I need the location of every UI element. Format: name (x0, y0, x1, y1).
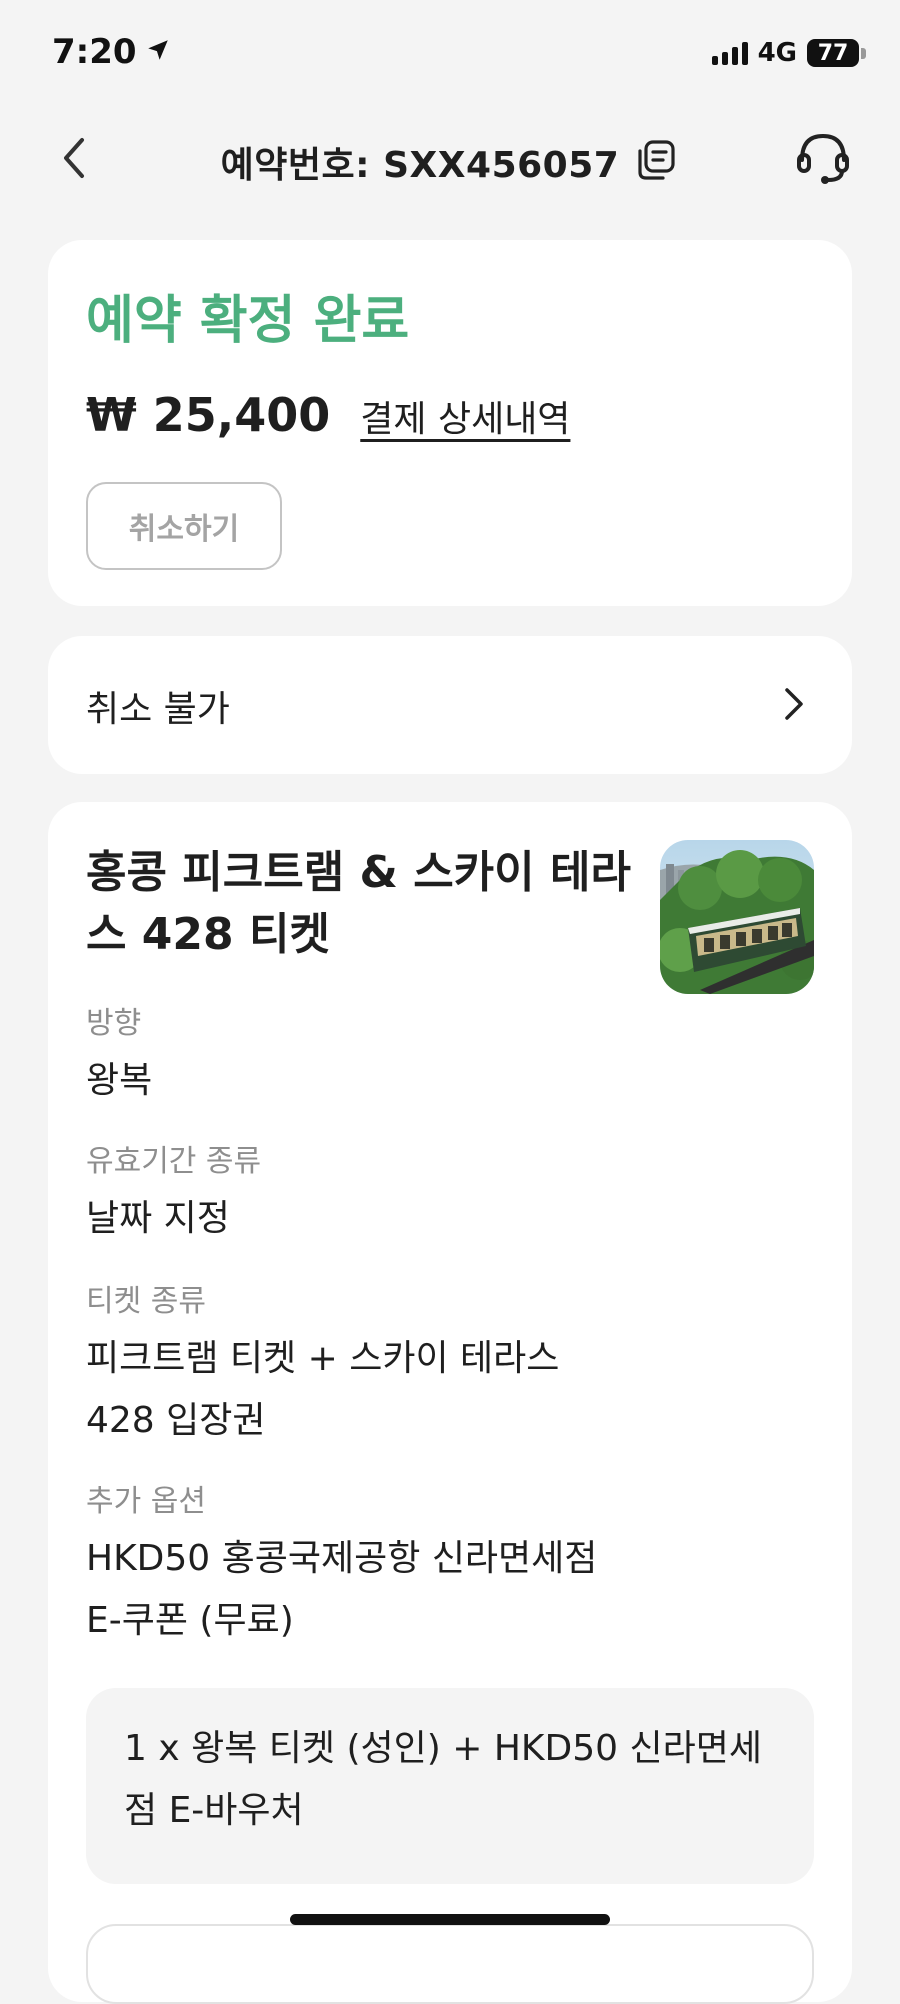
detail-label: 추가 옵션 (86, 1484, 206, 1519)
detail-value: 날짜 지정 (86, 1198, 230, 1239)
booking-status-title: 예약 확정 완료 (86, 291, 410, 351)
detail-validity-type: 유효기간 종류 날짜 지정 (86, 1140, 786, 1250)
copy-icon (635, 139, 677, 185)
detail-value: 왕복 (86, 1060, 153, 1101)
detail-label: 유효기간 종류 (86, 1144, 262, 1179)
ticket-summary-text: 1 x 왕복 티켓 (성인) + HKD50 신라면세점 E-바우처 (124, 1728, 762, 1831)
detail-direction: 방향 왕복 (86, 1002, 786, 1112)
ticket-summary-box: 1 x 왕복 티켓 (성인) + HKD50 신라면세점 E-바우처 (86, 1688, 814, 1884)
battery-icon: 77 (807, 39, 866, 67)
product-thumbnail[interactable] (660, 840, 814, 994)
headset-icon (794, 128, 852, 190)
cancellation-policy-row[interactable]: 취소 불가 (48, 636, 852, 774)
detail-add-on-option: 추가 옵션 HKD50 홍콩국제공항 신라면세점 E-쿠폰 (무료) (86, 1480, 626, 1652)
price-row: ₩ 25,400 결제 상세내역 (86, 388, 570, 442)
booking-number-group: 예약번호: SXX456057 (0, 136, 900, 188)
payment-details-link[interactable]: 결제 상세내역 (360, 390, 570, 442)
status-time-group: 7:20 (52, 32, 171, 72)
detail-label: 티켓 종류 (86, 1284, 206, 1319)
customer-support-button[interactable] (792, 128, 854, 190)
total-price: ₩ 25,400 (86, 388, 331, 442)
next-section-card (86, 1924, 814, 2004)
status-bar: 7:20 4G 77 (0, 0, 900, 110)
copy-button[interactable] (633, 139, 679, 185)
detail-label: 방향 (86, 1006, 142, 1041)
location-arrow-icon (145, 32, 171, 72)
product-title: 홍콩 피크트램 & 스카이 테라스 428 티켓 (86, 847, 631, 960)
network-type: 4G (757, 38, 797, 68)
status-indicators: 4G 77 (711, 38, 866, 68)
booking-status-card: 예약 확정 완료 ₩ 25,400 결제 상세내역 취소하기 (48, 240, 852, 606)
cellular-signal-icon (711, 41, 748, 65)
detail-ticket-type: 티켓 종류 피크트램 티켓 + 스카이 테라스 428 입장권 (86, 1280, 586, 1452)
booking-number-title: 예약번호: SXX456057 (220, 145, 620, 186)
battery-percent: 77 (817, 40, 849, 66)
cancel-button[interactable]: 취소하기 (86, 482, 282, 570)
chevron-right-icon (774, 680, 814, 728)
detail-value: 피크트램 티켓 + 스카이 테라스 428 입장권 (86, 1338, 560, 1441)
status-time: 7:20 (52, 32, 137, 72)
home-indicator[interactable] (290, 1914, 610, 1925)
cancellation-policy-label: 취소 불가 (86, 689, 230, 730)
navigation-header: 예약번호: SXX456057 (0, 110, 900, 210)
battery-level: 77 (807, 39, 859, 67)
detail-value: HKD50 홍콩국제공항 신라면세점 E-쿠폰 (무료) (86, 1538, 598, 1641)
product-details-card: 홍콩 피크트램 & 스카이 테라스 428 티켓 방향 왕복 유효기간 종류 날… (48, 802, 852, 2004)
